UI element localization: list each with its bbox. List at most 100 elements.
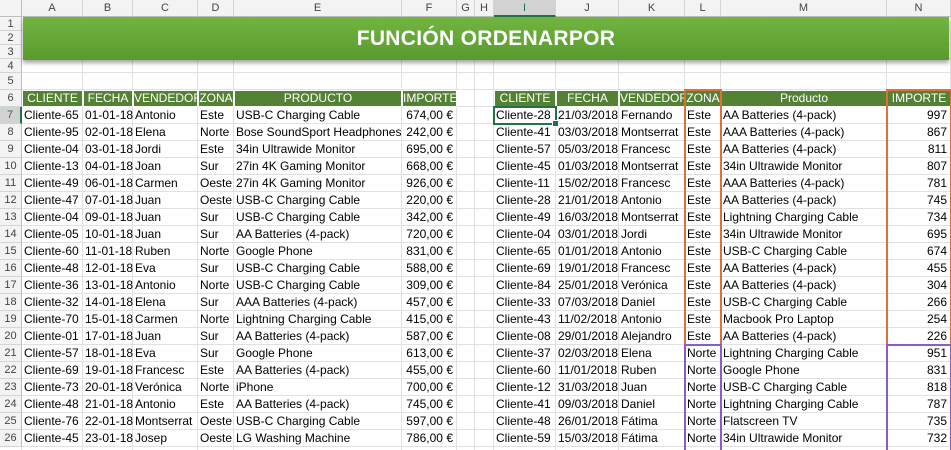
right-table-cell[interactable]: Cliente-57: [494, 141, 556, 158]
left-table-cell[interactable]: Antonio: [133, 277, 198, 294]
left-table-cell[interactable]: iPhone: [234, 379, 402, 396]
left-table-cell[interactable]: Este: [198, 362, 234, 379]
left-table-cell[interactable]: Juan: [133, 209, 198, 226]
right-table-cell[interactable]: Francesc: [619, 260, 685, 277]
right-table-cell[interactable]: Cliente-08: [494, 328, 556, 345]
right-table-cell[interactable]: 745: [887, 192, 951, 209]
right-table-cell[interactable]: 455: [887, 260, 951, 277]
left-table-cell[interactable]: Cliente-76: [22, 413, 83, 430]
left-table-cell[interactable]: 455,00 €: [402, 362, 457, 379]
column-header-m[interactable]: M: [721, 0, 887, 17]
right-table-cell[interactable]: USB-C Charging Cable: [721, 294, 887, 311]
left-table-cell[interactable]: AA Batteries (4-pack): [234, 362, 402, 379]
right-table-cell[interactable]: Cliente-45: [494, 158, 556, 175]
left-table-cell[interactable]: Cliente-48: [22, 396, 83, 413]
left-table-cell[interactable]: Sur: [198, 294, 234, 311]
right-table-cell[interactable]: Macbook Pro Laptop: [721, 311, 887, 328]
right-table-cell[interactable]: AAA Batteries (4-pack): [721, 124, 887, 141]
left-table-cell[interactable]: 786,00 €: [402, 430, 457, 447]
right-table-cell[interactable]: Norte: [685, 396, 721, 413]
row-header-22[interactable]: 22: [0, 362, 22, 379]
right-table-cell[interactable]: Cliente-28: [494, 107, 556, 124]
right-table-cell[interactable]: Cliente-41: [494, 396, 556, 413]
right-table-cell[interactable]: Google Phone: [721, 362, 887, 379]
left-table-cell[interactable]: USB-C Charging Cable: [234, 260, 402, 277]
left-table-cell[interactable]: Norte: [198, 243, 234, 260]
right-table-cell[interactable]: Norte: [685, 413, 721, 430]
right-table-cell[interactable]: Cliente-59: [494, 430, 556, 447]
right-table-cell[interactable]: Cliente-69: [494, 260, 556, 277]
left-table-cell[interactable]: Cliente-69: [22, 362, 83, 379]
spreadsheet-grid[interactable]: A B C D E F G H I J K L M N 1 2 3 4 5 6 7 8 9 10 11 12 13 14 15 16 17 1…: [0, 0, 951, 450]
left-table-cell[interactable]: Lightning Charging Cable: [234, 311, 402, 328]
left-table-cell[interactable]: 674,00 €: [402, 107, 457, 124]
row-header-8[interactable]: 8: [0, 124, 22, 141]
row-header-20[interactable]: 20: [0, 328, 22, 345]
right-table-cell[interactable]: Antonio: [619, 192, 685, 209]
right-table-cell[interactable]: 03/01/2018: [556, 226, 619, 243]
right-table-cell[interactable]: Juan: [619, 379, 685, 396]
left-table-cell[interactable]: Oeste: [198, 175, 234, 192]
right-table-cell[interactable]: Cliente-65: [494, 243, 556, 260]
right-table-cell[interactable]: 304: [887, 277, 951, 294]
left-table-header-4[interactable]: PRODUCTO: [234, 90, 402, 107]
right-table-cell[interactable]: Antonio: [619, 243, 685, 260]
right-table-cell[interactable]: Cliente-12: [494, 379, 556, 396]
row-header-4[interactable]: 4: [0, 59, 22, 73]
left-table-cell[interactable]: 17-01-18: [83, 328, 133, 345]
left-table-cell[interactable]: 457,00 €: [402, 294, 457, 311]
select-all-corner[interactable]: [0, 0, 22, 17]
column-header-f[interactable]: F: [402, 0, 457, 17]
left-table-cell[interactable]: USB-C Charging Cable: [234, 413, 402, 430]
row-header-10[interactable]: 10: [0, 158, 22, 175]
row-header-7[interactable]: 7: [0, 107, 22, 124]
column-header-l[interactable]: L: [685, 0, 721, 17]
left-table-cell[interactable]: 02-01-18: [83, 124, 133, 141]
left-table-cell[interactable]: 342,00 €: [402, 209, 457, 226]
left-table-cell[interactable]: USB-C Charging Cable: [234, 277, 402, 294]
left-table-cell[interactable]: USB-C Charging Cable: [234, 192, 402, 209]
right-table-cell[interactable]: Jordi: [619, 226, 685, 243]
right-table-cell[interactable]: 29/01/2018: [556, 328, 619, 345]
right-table-cell[interactable]: 781: [887, 175, 951, 192]
left-table-cell[interactable]: 27in 4K Gaming Monitor: [234, 158, 402, 175]
row-header-9[interactable]: 9: [0, 141, 22, 158]
row-header-11[interactable]: 11: [0, 175, 22, 192]
left-table-cell[interactable]: 309,00 €: [402, 277, 457, 294]
row-header-2[interactable]: 2: [0, 31, 22, 45]
left-table-cell[interactable]: Joan: [133, 158, 198, 175]
left-table-cell[interactable]: 10-01-18: [83, 226, 133, 243]
right-table-cell[interactable]: Este: [685, 158, 721, 175]
right-table-cell[interactable]: 34in Ultrawide Monitor: [721, 226, 887, 243]
right-table-cell[interactable]: Norte: [685, 362, 721, 379]
right-table-cell[interactable]: 997: [887, 107, 951, 124]
right-table-cell[interactable]: 15/03/2018: [556, 430, 619, 447]
left-table-cell[interactable]: Cliente-57: [22, 345, 83, 362]
left-table-cell[interactable]: Sur: [198, 226, 234, 243]
right-table-header-0[interactable]: CLIENTE: [494, 90, 556, 107]
right-table-cell[interactable]: 695: [887, 226, 951, 243]
right-table-cell[interactable]: AA Batteries (4-pack): [721, 260, 887, 277]
left-table-cell[interactable]: 15-01-18: [83, 311, 133, 328]
column-header-h[interactable]: H: [475, 0, 494, 17]
left-table-cell[interactable]: Cliente-95: [22, 124, 83, 141]
right-table-cell[interactable]: Este: [685, 277, 721, 294]
left-table-cell[interactable]: Google Phone: [234, 345, 402, 362]
right-table-cell[interactable]: 15/02/2018: [556, 175, 619, 192]
right-table-cell[interactable]: Elena: [619, 345, 685, 362]
left-table-cell[interactable]: Google Phone: [234, 243, 402, 260]
left-table-cell[interactable]: Norte: [198, 124, 234, 141]
right-table-cell[interactable]: 951: [887, 345, 951, 362]
left-table-cell[interactable]: Cliente-73: [22, 379, 83, 396]
left-table-cell[interactable]: Norte: [198, 379, 234, 396]
left-table-cell[interactable]: 20-01-18: [83, 379, 133, 396]
left-table-cell[interactable]: 13-01-18: [83, 277, 133, 294]
left-table-cell[interactable]: Oeste: [198, 430, 234, 447]
right-table-cell[interactable]: AA Batteries (4-pack): [721, 192, 887, 209]
right-table-cell[interactable]: 732: [887, 430, 951, 447]
right-table-cell[interactable]: Este: [685, 294, 721, 311]
row-header-19[interactable]: 19: [0, 311, 22, 328]
left-table-cell[interactable]: 34in Ultrawide Monitor: [234, 141, 402, 158]
fill-handle[interactable]: [552, 120, 559, 127]
left-table-cell[interactable]: Montserrat: [133, 413, 198, 430]
